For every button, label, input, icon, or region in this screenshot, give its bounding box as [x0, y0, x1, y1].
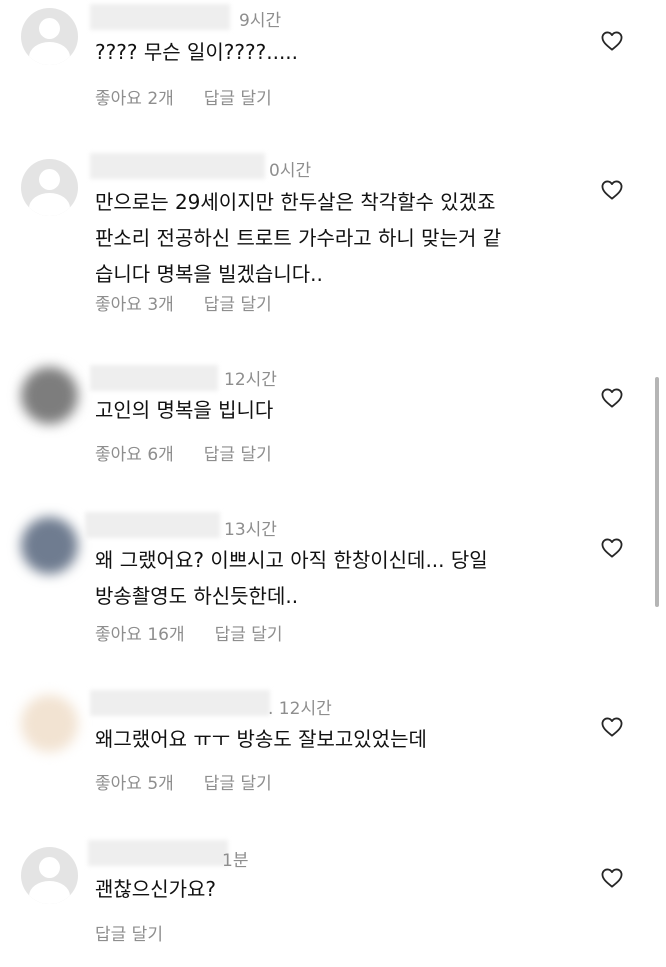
comment-time: 12시간 — [224, 370, 277, 390]
comment-text-line: 괜찮으신가요? — [95, 877, 217, 901]
likes-count[interactable]: 좋아요 3개 — [95, 290, 174, 315]
comment-text: 왜그랬어요 ㅠㅜ 방송도 잘보고있었는데 — [95, 721, 427, 757]
comment-text-line: 왜 그랬어요? 이쁘시고 아직 한창이신데... 당일 — [95, 548, 488, 572]
username-blurred[interactable] — [90, 365, 218, 391]
comment-meta: 좋아요 3개 답글 달기 — [95, 290, 272, 315]
comment-time: 9시간 — [239, 11, 282, 31]
comment-text-line: ???? 무슨 일이????..... — [95, 40, 299, 64]
username-blurred[interactable] — [85, 512, 220, 538]
scrollbar[interactable] — [655, 377, 659, 607]
comment-meta: 좋아요 6개 답글 달기 — [95, 440, 272, 465]
comment-text: 만으로는 29세이지만 한두살은 착각할수 있겠죠 판소리 전공하신 트로트 가… — [95, 184, 501, 292]
comment-item: 9시간 ???? 무슨 일이????..... 좋아요 2개 답글 달기 — [0, 0, 666, 130]
default-avatar[interactable] — [21, 159, 78, 216]
likes-count[interactable]: 좋아요 16개 — [95, 620, 185, 645]
blurred-avatar[interactable] — [21, 695, 78, 752]
comment-item: 12시간 고인의 명복을 빕니다 좋아요 6개 답글 달기 — [0, 355, 666, 485]
comment-meta: 좋아요 16개 답글 달기 — [95, 620, 283, 645]
username-blurred[interactable] — [90, 4, 230, 30]
reply-button[interactable]: 답글 달기 — [204, 440, 272, 465]
comment-item: 0시간 만으로는 29세이지만 한두살은 착각할수 있겠죠 판소리 전공하신 트… — [0, 145, 666, 325]
heart-outline-icon[interactable] — [601, 717, 623, 737]
comment-time: 13시간 — [224, 520, 277, 540]
comment-text-line: 방송촬영도 하신듯한데.. — [95, 584, 299, 608]
comment-item: . 12시간 왜그랬어요 ㅠㅜ 방송도 잘보고있었는데 좋아요 5개 답글 달기 — [0, 685, 666, 815]
reply-button[interactable]: 답글 달기 — [215, 620, 283, 645]
comment-meta: 답글 달기 — [95, 920, 163, 945]
default-avatar[interactable] — [21, 847, 78, 904]
comment-text: 괜찮으신가요? — [95, 871, 216, 907]
heart-outline-icon[interactable] — [601, 538, 623, 558]
heart-outline-icon[interactable] — [601, 180, 623, 200]
comment-text: ???? 무슨 일이????..... — [95, 34, 298, 70]
username-blurred[interactable] — [90, 153, 265, 179]
comment-text-line: 습니다 명복을 빌겠습니다.. — [95, 262, 323, 286]
heart-outline-icon[interactable] — [601, 388, 623, 408]
reply-button[interactable]: 답글 달기 — [204, 769, 272, 794]
comment-item: 13시간 왜 그랬어요? 이쁘시고 아직 한창이신데... 당일 방송촬영도 하… — [0, 505, 666, 655]
reply-button[interactable]: 답글 달기 — [95, 920, 163, 945]
reply-button[interactable]: 답글 달기 — [204, 290, 272, 315]
username-blurred[interactable] — [90, 690, 270, 716]
likes-count[interactable]: 좋아요 5개 — [95, 769, 174, 794]
comment-text: 고인의 명복을 빕니다 — [95, 392, 273, 428]
heart-outline-icon[interactable] — [601, 868, 623, 888]
comment-meta: 좋아요 5개 답글 달기 — [95, 769, 272, 794]
comment-text-line: 왜그랬어요 ㅠㅜ 방송도 잘보고있었는데 — [95, 727, 427, 751]
comment-text-line: 판소리 전공하신 트로트 가수라고 하니 맞는거 같 — [95, 226, 502, 250]
comment-text-line: 고인의 명복을 빕니다 — [95, 398, 274, 422]
comment-time: 0시간 — [269, 161, 312, 181]
comment-time: . 12시간 — [268, 699, 332, 719]
comment-meta: 좋아요 2개 답글 달기 — [95, 84, 272, 109]
likes-count[interactable]: 좋아요 2개 — [95, 84, 174, 109]
comment-text: 왜 그랬어요? 이쁘시고 아직 한창이신데... 당일 방송촬영도 하신듯한데.… — [95, 542, 488, 614]
comment-text-line: 만으로는 29세이지만 한두살은 착각할수 있겠죠 — [95, 190, 496, 214]
comment-time: 1분 — [222, 851, 249, 871]
comment-item: 1분 괜찮으신가요? 답글 달기 — [0, 835, 666, 967]
reply-button[interactable]: 답글 달기 — [204, 84, 272, 109]
blurred-avatar[interactable] — [21, 517, 78, 574]
likes-count[interactable]: 좋아요 6개 — [95, 440, 174, 465]
username-blurred[interactable] — [88, 840, 228, 866]
default-avatar[interactable] — [21, 8, 78, 65]
heart-outline-icon[interactable] — [601, 31, 623, 51]
blurred-avatar[interactable] — [21, 367, 78, 424]
